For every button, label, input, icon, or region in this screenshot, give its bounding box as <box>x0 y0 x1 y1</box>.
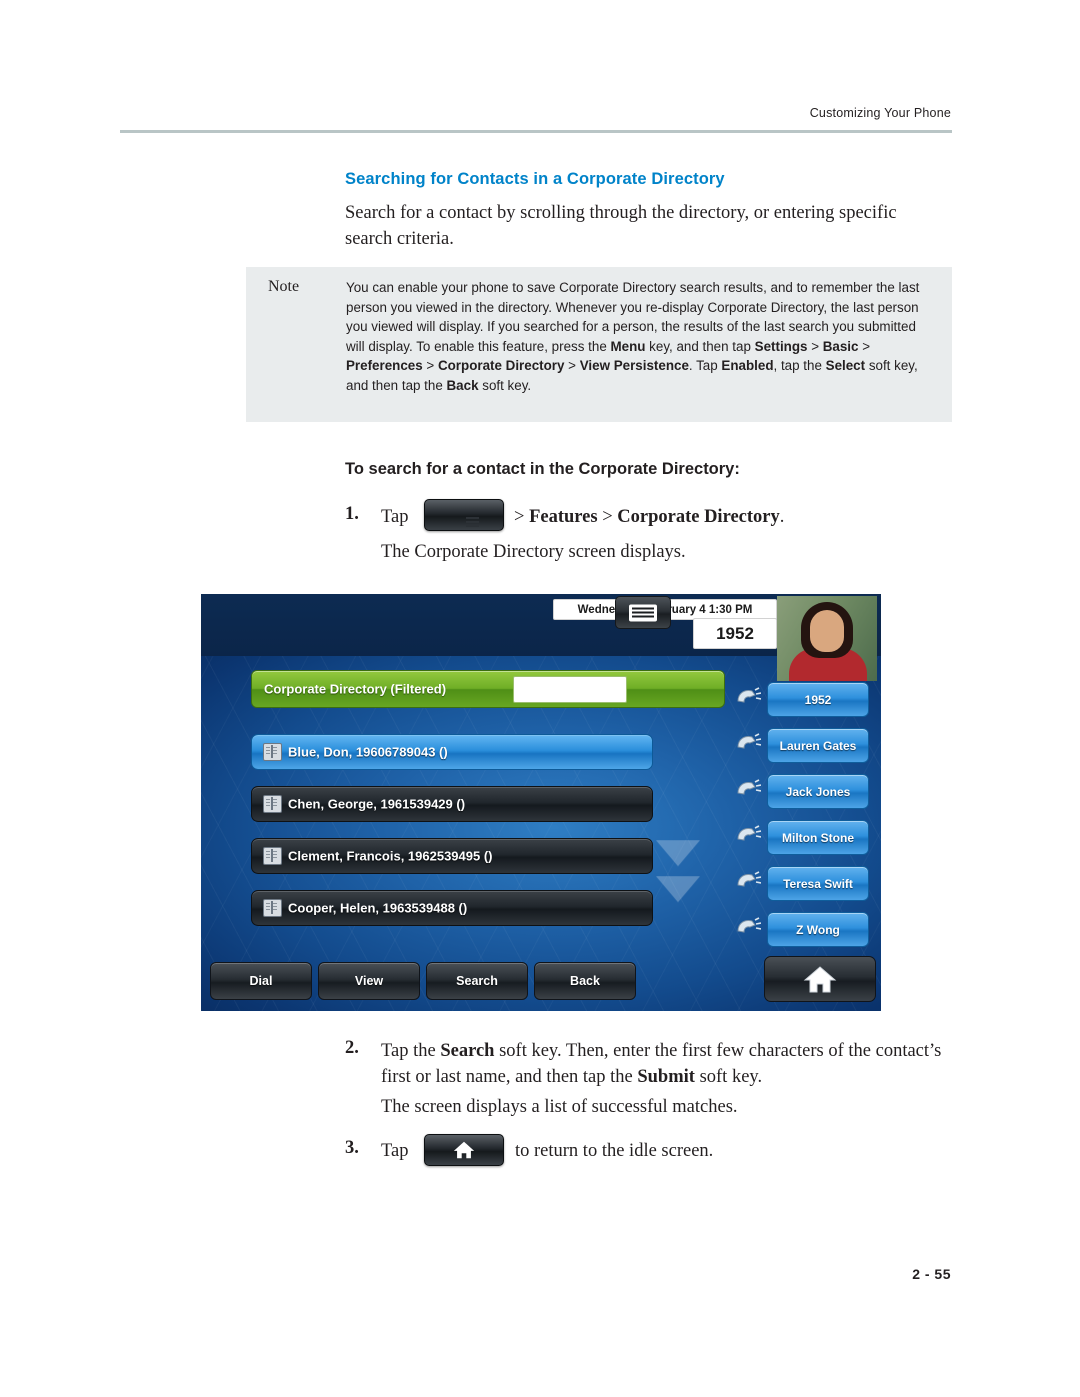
line-key-3[interactable]: Milton Stone <box>767 820 869 855</box>
line-key-label-3: Milton Stone <box>782 830 854 845</box>
note-body: You can enable your phone to save Corpor… <box>346 280 920 393</box>
extension-text: 1952 <box>716 623 754 643</box>
handset-icon <box>735 687 762 709</box>
step-3-text: to return to the idle screen. <box>515 1141 714 1161</box>
line-key-label-0: 1952 <box>804 692 832 707</box>
line-key-5[interactable]: Z Wong <box>767 912 869 947</box>
handset-icon <box>735 733 762 755</box>
scroll-down-arrow-icon[interactable] <box>656 840 700 866</box>
list-item[interactable]: Clement, Francois, 1962539495 () <box>251 838 653 874</box>
handset-icon <box>735 917 762 939</box>
contact-photo <box>777 596 877 681</box>
scroll-down-arrow-icon[interactable] <box>656 876 700 902</box>
procedure-heading: To search for a contact in the Corporate… <box>345 460 740 478</box>
extension-display: 1952 <box>693 618 777 649</box>
step-1-followup: The Corporate Directory screen displays. <box>381 542 686 562</box>
header-rule <box>120 130 952 133</box>
list-item-label-1: Chen, George, 1961539429 () <box>288 796 466 812</box>
note-label: Note <box>268 278 300 295</box>
step-2-followup: The screen displays a list of successful… <box>381 1097 738 1117</box>
menu-key-icon <box>424 499 504 531</box>
step-3-number: 3. <box>345 1138 359 1158</box>
page-number: 2 - 55 <box>912 1266 951 1282</box>
handset-icon <box>735 779 762 801</box>
list-item[interactable]: Blue, Don, 19606789043 () <box>251 734 653 770</box>
line-key-label-1: Lauren Gates <box>779 738 857 753</box>
home-glyph-icon <box>453 1141 475 1159</box>
contact-book-icon <box>263 795 282 813</box>
running-head: Customizing Your Phone <box>809 106 951 120</box>
step-1-number: 1. <box>345 504 359 524</box>
soft-key-label-1: View <box>354 974 384 988</box>
note-box: Note You can enable your phone to save C… <box>246 267 952 422</box>
contact-book-icon <box>263 899 282 917</box>
list-item-label-0: Blue, Don, 19606789043 () <box>288 744 448 760</box>
line-key-2[interactable]: Jack Jones <box>767 774 869 809</box>
step-2-number: 2. <box>345 1038 359 1058</box>
step-1-text: > Features > Corporate Directory. <box>514 507 785 527</box>
soft-key-label-3: Back <box>570 974 600 988</box>
list-item[interactable]: Chen, George, 1961539429 () <box>251 786 653 822</box>
soft-key-label-0: Dial <box>249 974 273 988</box>
page-title: Searching for Contacts in a Corporate Di… <box>345 170 725 188</box>
list-item[interactable]: Cooper, Helen, 1963539488 () <box>251 890 653 926</box>
keyboard-icon[interactable] <box>615 596 671 629</box>
home-icon <box>803 966 837 993</box>
list-item-label-3: Cooper, Helen, 1963539488 () <box>288 900 468 916</box>
handset-icon <box>735 871 762 893</box>
line-key-label-5: Z Wong <box>796 922 840 937</box>
intro-paragraph: Search for a contact by scrolling throug… <box>345 203 897 249</box>
line-key-1[interactable]: Lauren Gates <box>767 728 869 763</box>
list-item-label-2: Clement, Francois, 1962539495 () <box>288 848 493 864</box>
soft-key-dial[interactable]: Dial <box>210 962 312 1000</box>
search-input[interactable] <box>513 676 627 703</box>
soft-key-view[interactable]: View <box>318 962 420 1000</box>
directory-title-bar[interactable]: Corporate Directory (Filtered) <box>251 670 725 708</box>
step-1-lead: Tap <box>381 507 409 527</box>
step-3-lead: Tap <box>381 1141 409 1161</box>
line-key-label-2: Jack Jones <box>785 784 851 799</box>
line-key-0[interactable]: 1952 <box>767 682 869 717</box>
line-key-label-4: Teresa Swift <box>783 876 853 891</box>
home-key-button[interactable] <box>764 956 876 1002</box>
step-2-text: Tap the Search soft key. Then, enter the… <box>381 1041 942 1087</box>
contact-book-icon <box>263 743 282 761</box>
contact-book-icon <box>263 847 282 865</box>
line-key-4[interactable]: Teresa Swift <box>767 866 869 901</box>
phone-screen-figure: Wednesday, February 4 1:30 PM 1952 Corpo… <box>201 594 881 1011</box>
soft-key-back[interactable]: Back <box>534 962 636 1000</box>
directory-title-label: Corporate Directory (Filtered) <box>264 681 447 697</box>
document-page: Customizing Your Phone Searching for Con… <box>0 0 1080 1397</box>
home-key-icon <box>424 1134 504 1166</box>
soft-key-label-2: Search <box>456 974 498 988</box>
soft-key-search[interactable]: Search <box>426 962 528 1000</box>
handset-icon <box>735 825 762 847</box>
